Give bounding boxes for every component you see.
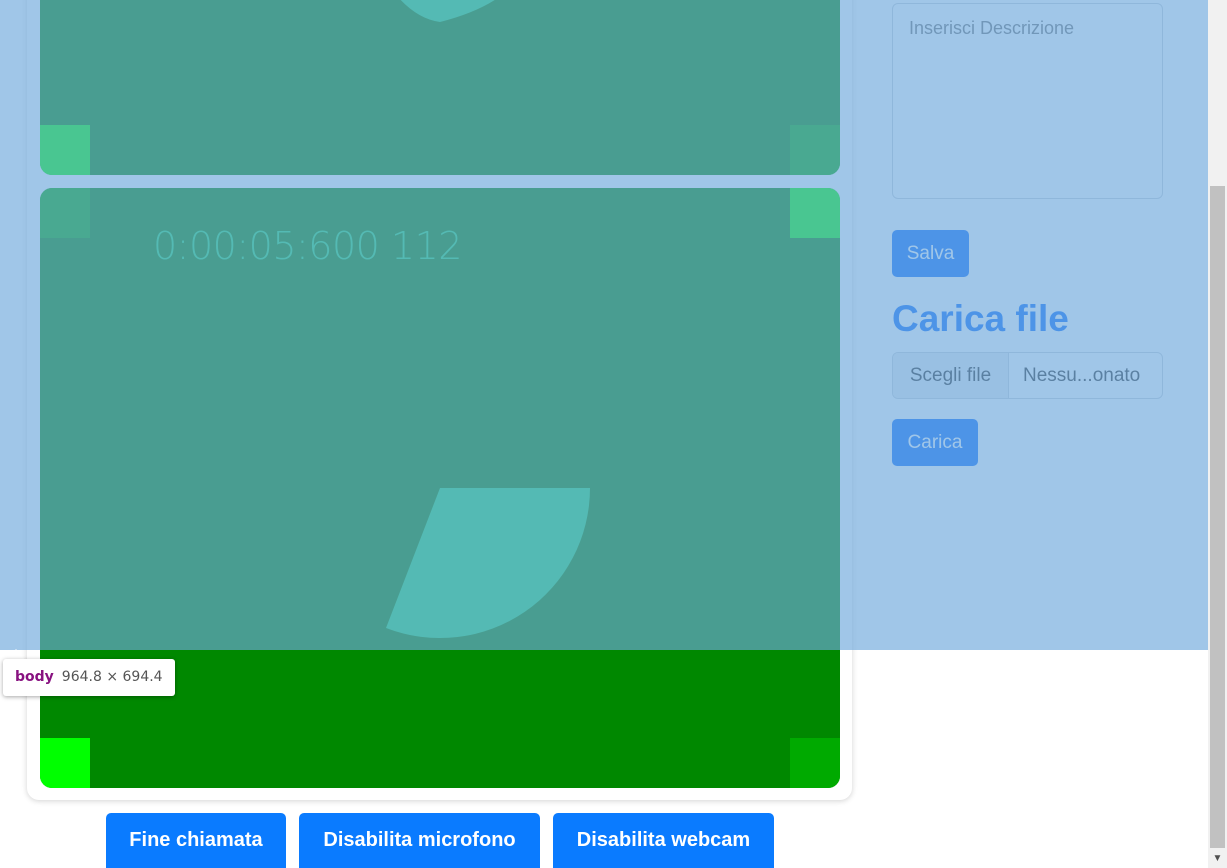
description-textarea[interactable]: [892, 3, 1163, 199]
scrollbar-thumb[interactable]: [1210, 186, 1225, 848]
video-test-pattern: [400, 0, 495, 22]
local-video-stream: 0:00:05:600 112: [40, 188, 840, 788]
test-pattern-wedge: [386, 488, 590, 639]
disable-webcam-button[interactable]: Disabilita webcam: [553, 813, 774, 868]
end-call-button[interactable]: Fine chiamata: [106, 813, 286, 868]
selected-file-name: Nessu...onato: [1023, 365, 1141, 386]
test-pattern-wedge: [400, 0, 495, 22]
devtools-tooltip-arrow: [8, 649, 24, 659]
save-button[interactable]: Salva: [892, 230, 969, 277]
choose-file-button[interactable]: Scegli file: [893, 353, 1009, 398]
file-input[interactable]: Scegli file Nessu...onato: [892, 352, 1163, 399]
video-test-pattern: [386, 488, 590, 639]
upload-section-title: Carica file: [892, 298, 1069, 339]
remote-video-stream: [40, 0, 840, 175]
devtools-element-tooltip: body 964.8 × 694.4: [3, 659, 175, 696]
scroll-down-icon[interactable]: ▼: [1208, 850, 1227, 868]
test-pattern-corner: [40, 125, 90, 175]
tooltip-dimensions: 964.8 × 694.4: [61, 669, 163, 685]
test-pattern-corner: [790, 125, 840, 175]
upload-button[interactable]: Carica: [892, 419, 978, 466]
tooltip-tag-name: body: [15, 669, 54, 685]
disable-microphone-button[interactable]: Disabilita microfono: [299, 813, 540, 868]
